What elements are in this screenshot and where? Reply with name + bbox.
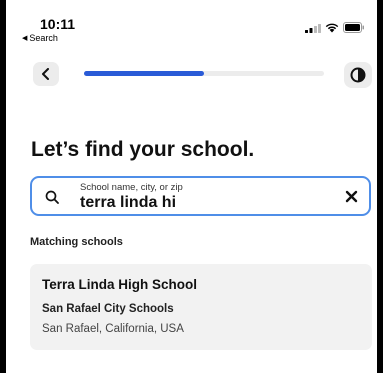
matching-schools-heading: Matching schools bbox=[30, 236, 123, 248]
search-icon bbox=[45, 190, 59, 204]
search-value[interactable]: terra linda hi bbox=[80, 194, 176, 212]
back-button[interactable] bbox=[33, 62, 59, 86]
status-time: 10:11 bbox=[40, 16, 76, 32]
contrast-icon bbox=[350, 67, 366, 83]
school-name: Terra Linda High School bbox=[42, 277, 198, 292]
chevron-left-icon bbox=[42, 68, 49, 80]
page-title: Let’s find your school. bbox=[31, 138, 255, 161]
wifi-icon bbox=[325, 23, 339, 33]
status-icons bbox=[305, 22, 365, 33]
cellular-signal-icon bbox=[305, 23, 321, 33]
progress-bar bbox=[84, 71, 324, 76]
close-icon[interactable] bbox=[345, 190, 358, 203]
back-triangle-icon: ◀ bbox=[22, 35, 28, 42]
school-result-item[interactable]: Terra Linda High School San Rafael City … bbox=[30, 264, 372, 350]
app-screen: 10:11 ◀ Search Let’s find your school. S… bbox=[6, 0, 377, 373]
contrast-toggle-button[interactable] bbox=[344, 62, 372, 88]
school-search-input[interactable]: School name, city, or zip terra linda hi bbox=[30, 176, 371, 216]
status-back-to-search[interactable]: ◀ Search bbox=[22, 33, 58, 43]
status-back-label: Search bbox=[29, 33, 58, 43]
progress-bar-fill bbox=[84, 71, 204, 76]
battery-icon bbox=[343, 22, 364, 33]
school-location: San Rafael, California, USA bbox=[42, 323, 184, 335]
search-placeholder-label: School name, city, or zip bbox=[80, 182, 183, 193]
school-district: San Rafael City Schools bbox=[42, 303, 174, 315]
